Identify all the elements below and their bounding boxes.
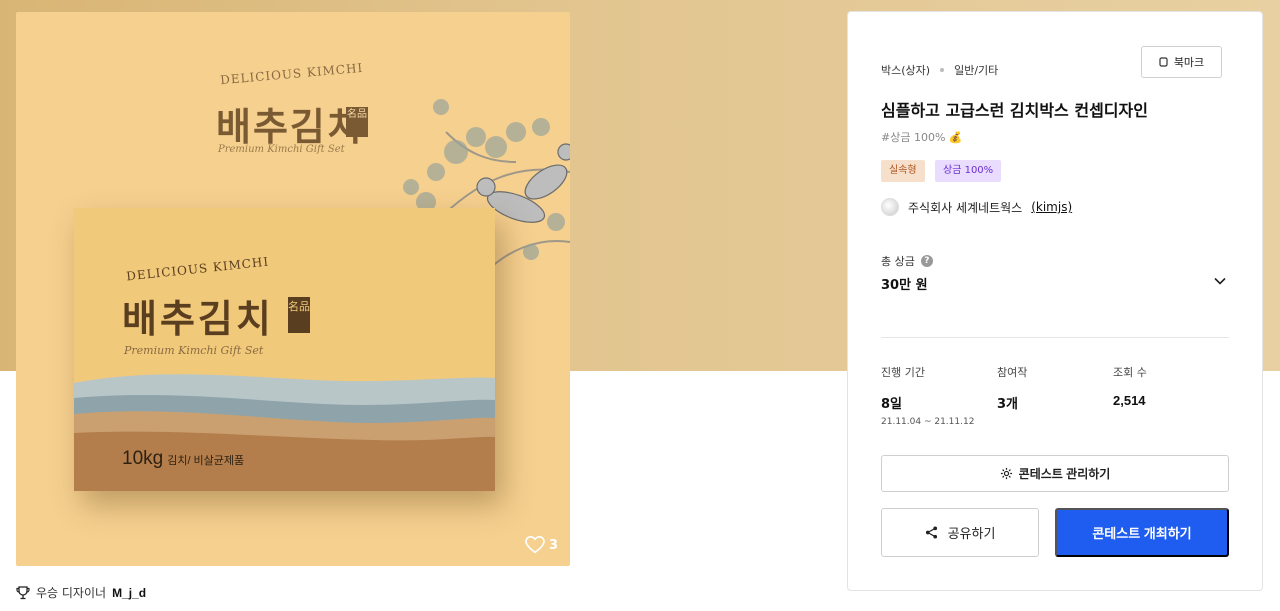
- gear-icon: [1000, 467, 1012, 480]
- breadcrumb: 박스(상자) 일반/기타: [881, 62, 998, 78]
- winner-designer: 우승 디자이너 M_j_d: [16, 584, 146, 601]
- manage-label: 콘테스트 관리하기: [1018, 467, 1111, 481]
- stat-value: 8일: [881, 397, 903, 412]
- divider: [881, 337, 1229, 338]
- breadcrumb-category[interactable]: 박스(상자): [881, 62, 930, 78]
- stat-label: 참여작: [997, 366, 1028, 379]
- heart-icon: [525, 536, 545, 554]
- breadcrumb-separator: [940, 68, 945, 72]
- box-weight-desc: 김치/ 비살균제품: [167, 455, 245, 467]
- box-korean-title: 배추김치: [122, 296, 274, 341]
- open-contest-button[interactable]: 콘테스트 개최하기: [1055, 508, 1229, 557]
- share-button[interactable]: 공유하기: [881, 508, 1039, 557]
- share-label: 공유하기: [947, 526, 996, 541]
- prize-label: 총 상금 ?: [881, 253, 933, 269]
- like-count: 3: [548, 537, 558, 553]
- stat-duration: 진행 기간 8일 21.11.04 ~ 21.11.12: [881, 364, 974, 427]
- bookmark-icon: [1159, 57, 1168, 67]
- trophy-icon: [16, 585, 30, 599]
- contest-title: 심플하고 고급스런 김치박스 컨셉디자인: [881, 101, 1148, 120]
- host-info[interactable]: 주식회사 세계네트웍스 (kimjs): [881, 198, 1072, 216]
- stat-value: 3개: [997, 397, 1019, 412]
- top-stamp: 名品: [346, 107, 368, 137]
- stat-value: 2,514: [1113, 393, 1146, 408]
- prize-value: 30만 원: [881, 278, 928, 293]
- bookmark-label: 북마크: [1173, 57, 1205, 69]
- prize-label-text: 총 상금: [881, 255, 915, 268]
- top-subtitle: Premium Kimchi Gift Set: [218, 144, 345, 155]
- stat-dates: 21.11.04 ~ 21.11.12: [881, 417, 975, 427]
- box-stamp: 名品: [288, 297, 310, 333]
- top-korean-title: 배추김치: [216, 104, 364, 149]
- kimchi-box: DELICIOUS KIMCHI 배추김치 名品 Premium Kimchi …: [74, 208, 495, 491]
- badge-prize: 상금 100%: [935, 160, 1002, 182]
- prize-hashtag[interactable]: #상금 100% 💰: [881, 129, 963, 145]
- contest-image[interactable]: DELICIOUS KIMCHI 배추김치 名品 Premium Kimchi …: [16, 12, 570, 566]
- host-name: 주식회사 세계네트웍스: [908, 200, 1023, 215]
- share-icon: [925, 526, 937, 539]
- box-weight: 10kg 김치/ 비살균제품: [122, 448, 244, 470]
- open-contest-label: 콘테스트 개최하기: [1092, 526, 1192, 541]
- bookmark-button[interactable]: 북마크: [1141, 46, 1222, 78]
- contest-info-panel: 박스(상자) 일반/기타 북마크 심플하고 고급스런 김치박스 컨셉디자인 #상…: [847, 11, 1263, 591]
- stat-label: 조회 수: [1113, 366, 1147, 379]
- stat-views: 조회 수 2,514: [1113, 364, 1147, 408]
- breadcrumb-subcategory[interactable]: 일반/기타: [954, 62, 998, 78]
- chevron-down-icon[interactable]: [1210, 271, 1230, 291]
- stat-label: 진행 기간: [881, 366, 925, 379]
- badge-type: 실속형: [881, 160, 925, 182]
- box-subtitle: Premium Kimchi Gift Set: [124, 344, 264, 357]
- winner-name[interactable]: M_j_d: [112, 586, 146, 600]
- like-button[interactable]: 3: [525, 536, 558, 554]
- box-weight-value: 10kg: [122, 448, 164, 469]
- winner-label: 우승 디자이너: [36, 586, 107, 600]
- host-id[interactable]: (kimjs): [1031, 200, 1072, 214]
- question-icon[interactable]: ?: [920, 255, 933, 267]
- manage-contest-button[interactable]: 콘테스트 관리하기: [881, 455, 1229, 492]
- host-avatar: [881, 198, 899, 216]
- stat-entries: 참여작 3개: [997, 364, 1027, 412]
